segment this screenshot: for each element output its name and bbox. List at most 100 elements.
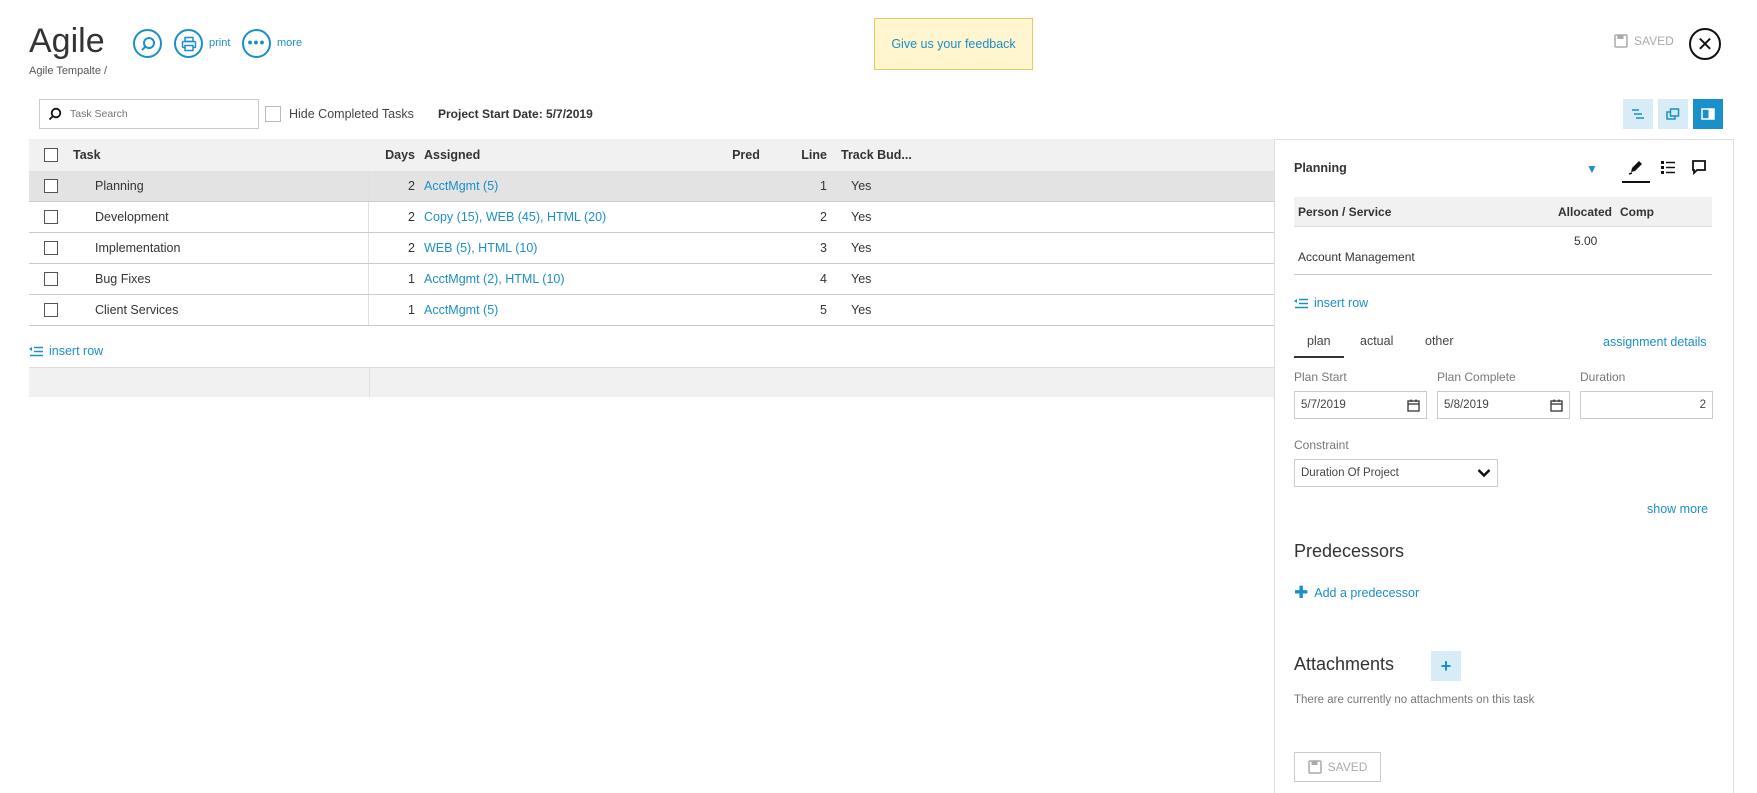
calendar-icon[interactable] — [1407, 399, 1420, 412]
col-assigned[interactable]: Assigned — [419, 148, 721, 162]
task-line: 1 — [820, 179, 827, 193]
task-assigned[interactable]: Copy (15), WEB (45), HTML (20) — [419, 210, 721, 224]
view-windows-button[interactable] — [1658, 99, 1688, 129]
saved-indicator: SAVED — [1614, 34, 1674, 48]
task-days[interactable]: 1 — [369, 303, 419, 317]
task-track-budget[interactable]: Yes — [831, 210, 931, 224]
search-icon — [48, 107, 62, 121]
task-track-budget[interactable]: Yes — [831, 272, 931, 286]
more-button[interactable]: ••• — [242, 29, 271, 58]
insert-row-button[interactable]: insert row — [29, 344, 103, 358]
assignment-allocated[interactable]: 5.00 — [1574, 234, 1597, 248]
row-checkbox[interactable] — [44, 272, 58, 286]
show-more-link[interactable]: show more — [1647, 502, 1708, 516]
predecessors-heading: Predecessors — [1294, 541, 1405, 561]
grid-header: Task Days Assigned Pred Line Track Bud..… — [29, 139, 1274, 171]
comments-button[interactable] — [1688, 156, 1710, 178]
constraint-value: Duration Of Project — [1301, 467, 1399, 479]
col-line[interactable]: Line — [771, 148, 831, 162]
close-button[interactable]: ✕ — [1689, 28, 1721, 60]
task-assigned[interactable]: AcctMgmt (5) — [419, 179, 721, 193]
feedback-button[interactable]: Give us your feedback — [874, 18, 1033, 70]
add-attachment-button[interactable]: + — [1431, 651, 1461, 681]
save-disk-icon — [1307, 760, 1322, 774]
table-row[interactable]: Development 2 Copy (15), WEB (45), HTML … — [29, 202, 1274, 233]
plus-icon: ✚ — [1294, 583, 1309, 602]
duration-field[interactable]: 2 — [1580, 391, 1713, 419]
insert-row-label: insert row — [1314, 296, 1369, 310]
calendar-icon[interactable] — [1550, 399, 1563, 412]
col-track-budget[interactable]: Track Bud... — [831, 148, 931, 162]
assignment-details-link[interactable]: assignment details — [1603, 335, 1707, 349]
task-assigned[interactable]: AcctMgmt (5) — [419, 303, 721, 317]
task-assigned[interactable]: WEB (5), HTML (10) — [419, 241, 721, 255]
chevron-down-icon — [1477, 469, 1491, 478]
tab-plan[interactable]: plan — [1307, 334, 1331, 348]
col-task[interactable]: Task — [73, 139, 369, 171]
table-row[interactable]: Implementation 2 WEB (5), HTML (10) 3 Ye… — [29, 233, 1274, 264]
breadcrumb[interactable]: Agile Tempalte / — [29, 65, 107, 77]
plan-complete-field[interactable]: 5/8/2019 — [1437, 391, 1570, 419]
task-line: 5 — [820, 303, 827, 317]
hide-completed-toggle[interactable]: Hide Completed Tasks — [265, 106, 414, 122]
more-label[interactable]: more — [277, 37, 302, 49]
hide-completed-checkbox[interactable] — [265, 106, 281, 122]
task-line: 2 — [820, 210, 827, 224]
constraint-select[interactable]: Duration Of Project — [1294, 459, 1498, 487]
task-name[interactable]: Planning — [73, 171, 369, 201]
plan-start-field[interactable]: 5/7/2019 — [1294, 391, 1427, 419]
col-days[interactable]: Days — [369, 148, 419, 162]
save-disk-icon — [1614, 34, 1628, 48]
split-panel-icon — [1701, 108, 1715, 120]
task-assigned[interactable]: AcctMgmt (2), HTML (10) — [419, 272, 721, 286]
duration-label: Duration — [1580, 370, 1626, 384]
assignment-table-header: Person / Service Allocated Comp — [1294, 197, 1712, 227]
checklist-button[interactable] — [1657, 156, 1679, 178]
row-checkbox[interactable] — [44, 241, 58, 255]
row-checkbox[interactable] — [44, 303, 58, 317]
edit-button[interactable] — [1625, 156, 1647, 178]
panel-saved-label: SAVED — [1327, 760, 1368, 774]
row-checkbox[interactable] — [44, 210, 58, 224]
col-pred[interactable]: Pred — [721, 148, 771, 162]
print-label[interactable]: print — [209, 37, 230, 49]
table-row[interactable]: Planning 2 AcctMgmt (5) 1 Yes — [29, 171, 1274, 202]
table-row[interactable]: Bug Fixes 1 AcctMgmt (2), HTML (10) 4 Ye… — [29, 264, 1274, 295]
list-icon — [1661, 161, 1675, 174]
col-allocated: Allocated — [1557, 204, 1612, 219]
task-search[interactable] — [39, 99, 259, 129]
task-days[interactable]: 2 — [369, 210, 419, 224]
chevron-down-icon[interactable]: ▼ — [1586, 162, 1598, 176]
tab-other[interactable]: other — [1425, 334, 1454, 348]
print-button[interactable] — [174, 29, 203, 58]
task-track-budget[interactable]: Yes — [831, 241, 931, 255]
page-title: Agile — [29, 22, 105, 60]
assignment-row[interactable]: Account Management 5.00 — [1294, 227, 1712, 275]
gantt-icon — [1632, 109, 1644, 119]
plan-start-label: Plan Start — [1294, 370, 1347, 384]
row-checkbox[interactable] — [44, 179, 58, 193]
tab-actual[interactable]: actual — [1360, 334, 1393, 348]
table-row[interactable]: Client Services 1 AcctMgmt (5) 5 Yes — [29, 295, 1274, 326]
view-gantt-button[interactable] — [1623, 99, 1653, 129]
task-days[interactable]: 2 — [369, 241, 419, 255]
select-all-checkbox[interactable] — [44, 148, 58, 162]
add-predecessor-button[interactable]: ✚ Add a predecessor — [1294, 584, 1419, 601]
search-icon — [140, 36, 155, 51]
task-track-budget[interactable]: Yes — [831, 179, 931, 193]
panel-saved-button[interactable]: SAVED — [1294, 752, 1381, 782]
search-button[interactable] — [133, 29, 162, 58]
task-days[interactable]: 1 — [369, 272, 419, 286]
task-name[interactable]: Development — [73, 202, 369, 232]
task-name[interactable]: Bug Fixes — [73, 264, 369, 294]
ellipsis-icon: ••• — [247, 33, 266, 50]
assignment-person: Account Management — [1298, 250, 1415, 264]
task-search-input[interactable] — [70, 108, 240, 120]
pencil-icon — [1628, 161, 1642, 175]
task-days[interactable]: 2 — [369, 179, 419, 193]
task-name[interactable]: Client Services — [73, 295, 369, 325]
task-track-budget[interactable]: Yes — [831, 303, 931, 317]
panel-insert-row-button[interactable]: insert row — [1294, 296, 1368, 310]
view-panel-button[interactable] — [1693, 99, 1723, 129]
task-name[interactable]: Implementation — [73, 233, 369, 263]
